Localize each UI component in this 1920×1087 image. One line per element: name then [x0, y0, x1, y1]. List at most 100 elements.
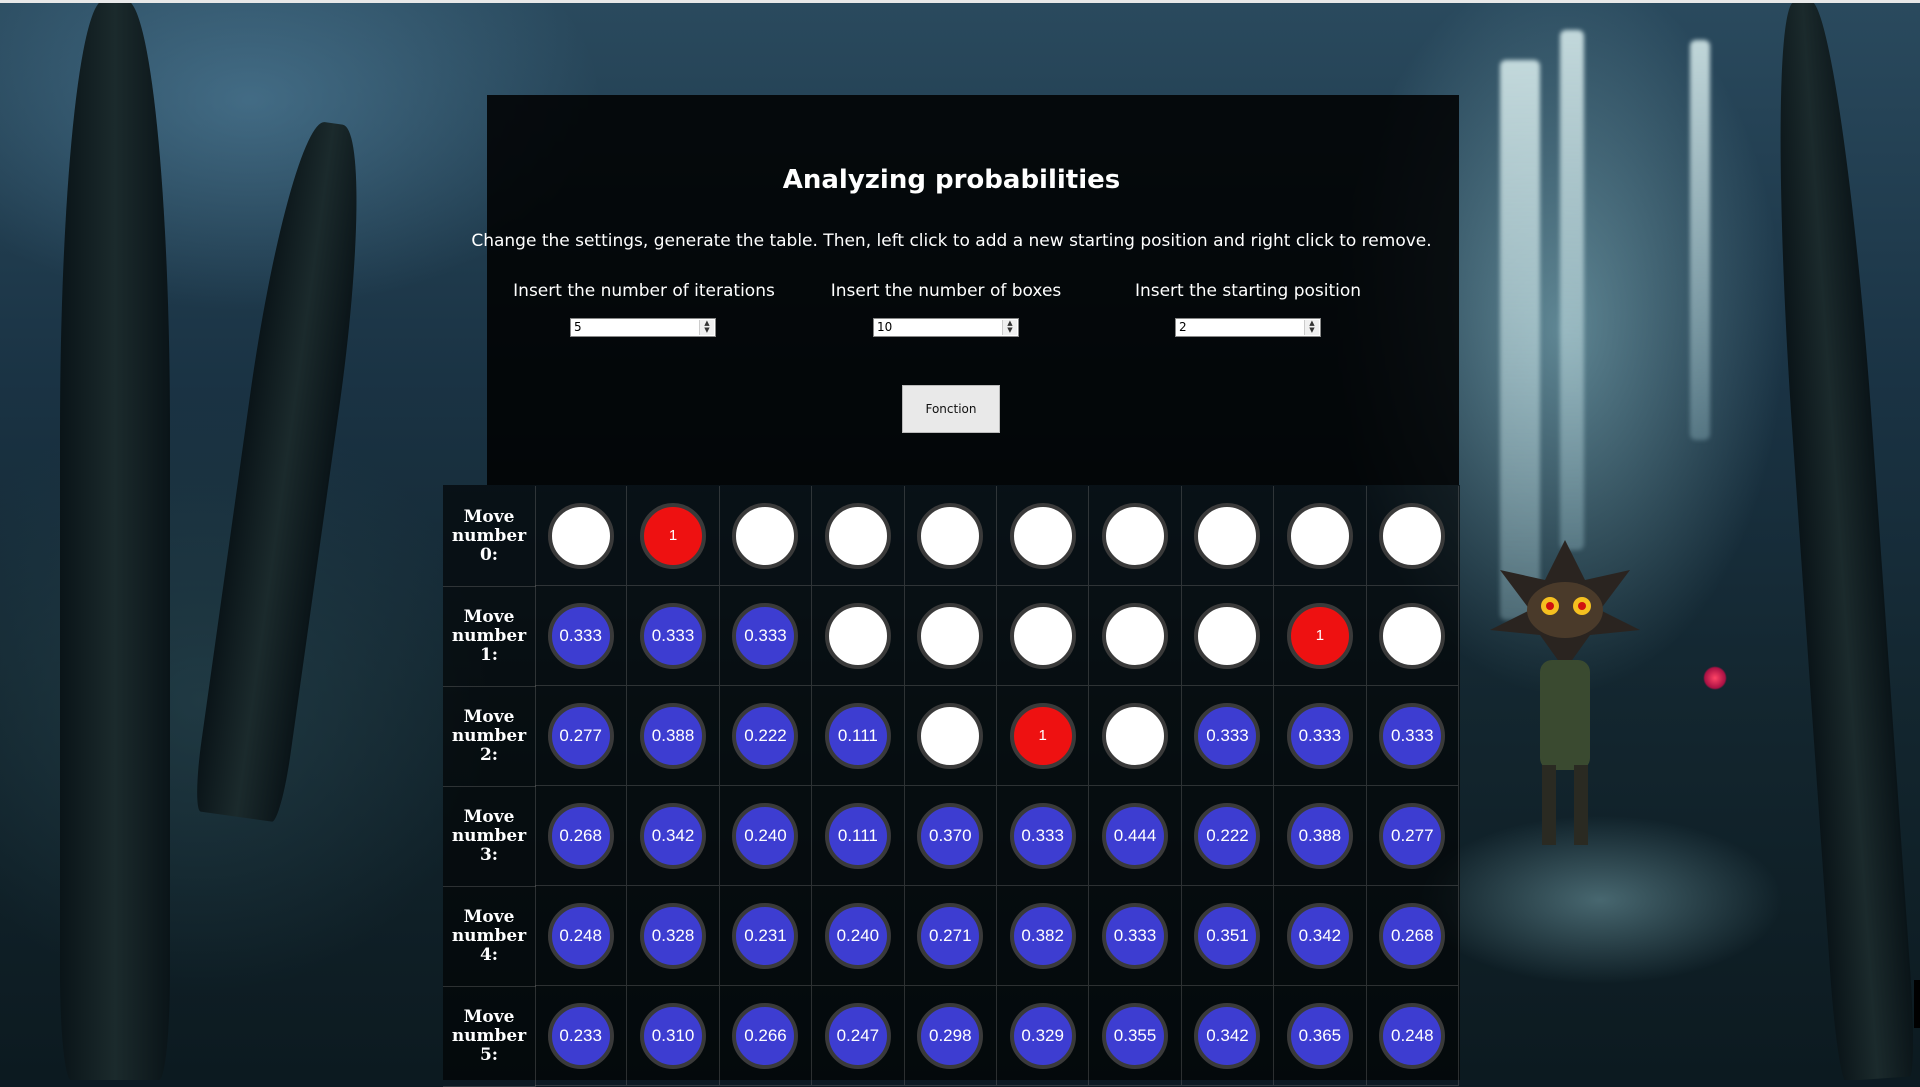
- probability-circle[interactable]: 0.333: [1286, 702, 1353, 769]
- probability-table: Move number 0: 1 Move number 1: 0.333 0.333 0…: [443, 486, 1460, 1087]
- probability-circle[interactable]: 0.351: [1194, 902, 1261, 969]
- table-cell: 0.222: [1181, 786, 1275, 886]
- row-label: Move number 5:: [443, 986, 536, 1087]
- table-cell: 0.329: [997, 986, 1090, 1086]
- iterations-setting: Insert the number of iterations: [494, 281, 794, 303]
- table-cell: 0.328: [627, 886, 720, 986]
- probability-circle[interactable]: 0.342: [1194, 1002, 1261, 1069]
- probability-circle[interactable]: 0.365: [1286, 1002, 1353, 1069]
- empty-box-circle[interactable]: [824, 502, 891, 569]
- empty-box-circle[interactable]: [732, 502, 799, 569]
- waterfall-2: [1560, 30, 1584, 550]
- probability-circle[interactable]: 0.298: [917, 1002, 984, 1069]
- table-cell: [719, 486, 813, 586]
- probability-circle[interactable]: 0.444: [1102, 802, 1169, 869]
- probability-circle[interactable]: 0.333: [640, 602, 707, 669]
- empty-box-circle[interactable]: [1194, 602, 1261, 669]
- iterations-input[interactable]: 5 ▲ ▼: [570, 318, 716, 337]
- probability-circle[interactable]: 0.240: [824, 902, 891, 969]
- start-spinner-icon[interactable]: ▲ ▼: [1304, 320, 1319, 335]
- table-cell: 0.355: [1089, 986, 1182, 1086]
- empty-box-circle[interactable]: [1102, 602, 1169, 669]
- probability-circle[interactable]: 0.266: [732, 1002, 799, 1069]
- table-cell: [1089, 686, 1182, 786]
- row-label: Move number 3:: [443, 786, 536, 887]
- probability-circle[interactable]: 0.333: [547, 602, 614, 669]
- empty-box-circle[interactable]: [1286, 502, 1353, 569]
- probability-circle[interactable]: 0.111: [824, 802, 891, 869]
- table-cell: 0.351: [1181, 886, 1275, 986]
- scrollbar-thumb[interactable]: [1914, 980, 1920, 1028]
- start-position-circle[interactable]: 1: [640, 502, 707, 569]
- table-cell: 0.310: [627, 986, 720, 1086]
- probability-circle[interactable]: 0.268: [547, 802, 614, 869]
- start-position-circle[interactable]: 1: [1009, 702, 1076, 769]
- iterations-label: Insert the number of iterations: [513, 281, 775, 301]
- probability-circle[interactable]: 0.370: [917, 802, 984, 869]
- empty-box-circle[interactable]: [1009, 502, 1076, 569]
- boxes-input[interactable]: 10 ▲ ▼: [873, 318, 1019, 337]
- probability-circle[interactable]: 0.329: [1009, 1002, 1076, 1069]
- empty-box-circle[interactable]: [917, 602, 984, 669]
- start-input[interactable]: 2 ▲ ▼: [1175, 318, 1321, 337]
- tree-trunk-middle: [191, 117, 379, 823]
- probability-circle[interactable]: 0.222: [1194, 802, 1261, 869]
- table-cell: 0.222: [719, 686, 813, 786]
- probability-circle[interactable]: 0.247: [824, 1002, 891, 1069]
- probability-circle[interactable]: 0.233: [547, 1002, 614, 1069]
- probability-circle[interactable]: 0.231: [732, 902, 799, 969]
- probability-circle[interactable]: 0.342: [1286, 902, 1353, 969]
- empty-box-circle[interactable]: [1379, 602, 1446, 669]
- probability-circle[interactable]: 0.328: [640, 902, 707, 969]
- empty-box-circle[interactable]: [1009, 602, 1076, 669]
- table-cell: 0.266: [719, 986, 813, 1086]
- table-cell: 0.298: [904, 986, 997, 1086]
- probability-circle[interactable]: 0.355: [1102, 1002, 1169, 1069]
- table-cell: 0.248: [535, 886, 628, 986]
- probability-circle[interactable]: 0.277: [547, 702, 614, 769]
- probability-circle[interactable]: 0.271: [917, 902, 984, 969]
- probability-circle[interactable]: 0.248: [547, 902, 614, 969]
- instructions-text: Change the settings, generate the table.…: [471, 231, 1432, 251]
- boxes-spinner-icon[interactable]: ▲ ▼: [1002, 320, 1017, 335]
- iterations-spinner-icon[interactable]: ▲ ▼: [699, 320, 714, 335]
- table-cell: 1: [997, 686, 1090, 786]
- table-cell: 0.277: [535, 686, 628, 786]
- table-cell: [1274, 486, 1367, 586]
- empty-box-circle[interactable]: [1102, 702, 1169, 769]
- probability-circle[interactable]: 0.333: [1379, 702, 1446, 769]
- table-cell: 0.233: [535, 986, 628, 1086]
- row-label: Move number 4:: [443, 886, 536, 987]
- start-position-circle[interactable]: 1: [1286, 602, 1353, 669]
- probability-circle[interactable]: 0.111: [824, 702, 891, 769]
- tree-trunk-left: [60, 0, 170, 1080]
- probability-circle[interactable]: 0.333: [1194, 702, 1261, 769]
- probability-circle[interactable]: 0.388: [1286, 802, 1353, 869]
- probability-circle[interactable]: 0.240: [732, 802, 799, 869]
- table-cell: [997, 586, 1090, 686]
- empty-box-circle[interactable]: [917, 502, 984, 569]
- empty-box-circle[interactable]: [1379, 502, 1446, 569]
- probability-circle[interactable]: 0.248: [1379, 1002, 1446, 1069]
- probability-circle[interactable]: 0.277: [1379, 802, 1446, 869]
- table-cell: 0.240: [812, 886, 905, 986]
- probability-circle[interactable]: 0.342: [640, 802, 707, 869]
- probability-circle[interactable]: 0.333: [732, 602, 799, 669]
- empty-box-circle[interactable]: [1102, 502, 1169, 569]
- window-top-edge: [0, 0, 1920, 3]
- empty-box-circle[interactable]: [917, 702, 984, 769]
- probability-circle[interactable]: 0.388: [640, 702, 707, 769]
- table-cell: 0.333: [627, 586, 720, 686]
- probability-circle[interactable]: 0.333: [1009, 802, 1076, 869]
- probability-circle[interactable]: 0.268: [1379, 902, 1446, 969]
- empty-box-circle[interactable]: [547, 502, 614, 569]
- empty-box-circle[interactable]: [824, 602, 891, 669]
- probability-circle[interactable]: 0.382: [1009, 902, 1076, 969]
- probability-circle[interactable]: 0.310: [640, 1002, 707, 1069]
- empty-box-circle[interactable]: [1194, 502, 1261, 569]
- table-cell: 0.248: [1366, 986, 1459, 1086]
- probability-circle[interactable]: 0.333: [1102, 902, 1169, 969]
- probability-circle[interactable]: 0.222: [732, 702, 799, 769]
- table-cell: 0.342: [1274, 886, 1367, 986]
- fonction-button[interactable]: Fonction: [902, 385, 1000, 433]
